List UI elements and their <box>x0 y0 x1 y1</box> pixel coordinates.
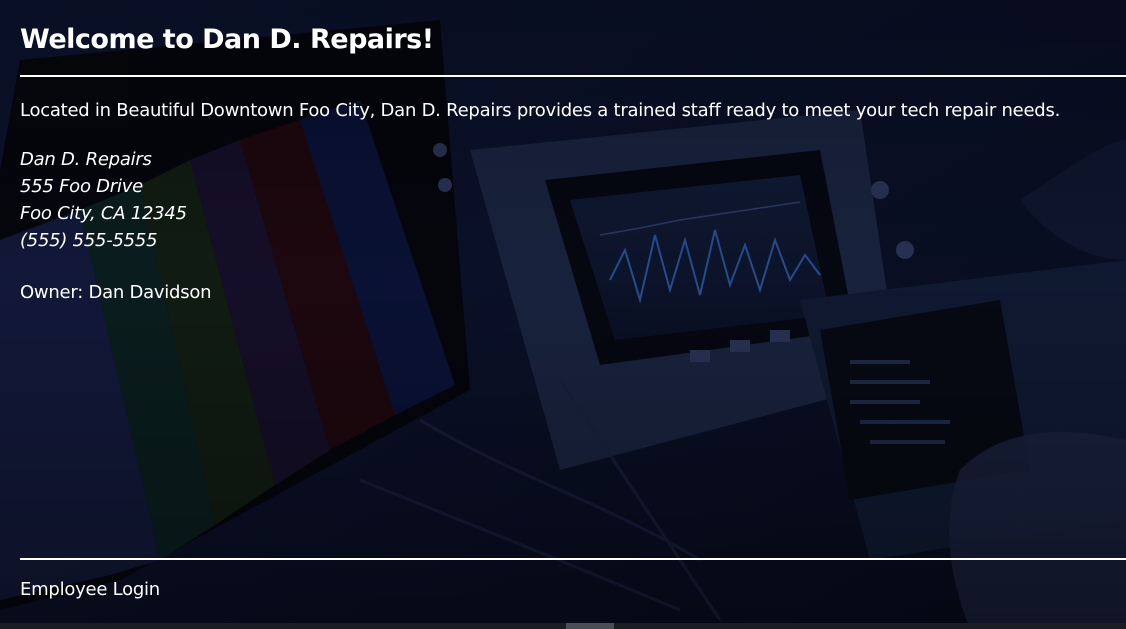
phone-number: (555) 555-5555 <box>20 230 158 251</box>
header-divider <box>20 75 1126 77</box>
footer-divider <box>20 558 1126 560</box>
page: Welcome to Dan D. Repairs! Located in Be… <box>0 0 1126 629</box>
employee-login-link[interactable]: Employee Login <box>20 578 160 602</box>
horizontal-scrollbar[interactable] <box>0 623 1126 629</box>
intro-text: Located in Beautiful Downtown Foo City, … <box>20 100 1061 121</box>
owner-text: Owner: Dan Davidson <box>20 282 212 303</box>
page-title: Welcome to Dan D. Repairs! <box>20 24 434 55</box>
business-name: Dan D. Repairs <box>20 149 152 170</box>
scrollbar-thumb[interactable] <box>566 623 614 629</box>
city-state-zip: Foo City, CA 12345 <box>20 203 187 224</box>
business-address: Dan D. Repairs 555 Foo Drive Foo City, C… <box>20 146 187 254</box>
street-address: 555 Foo Drive <box>20 176 143 197</box>
background-photo <box>0 0 1126 629</box>
